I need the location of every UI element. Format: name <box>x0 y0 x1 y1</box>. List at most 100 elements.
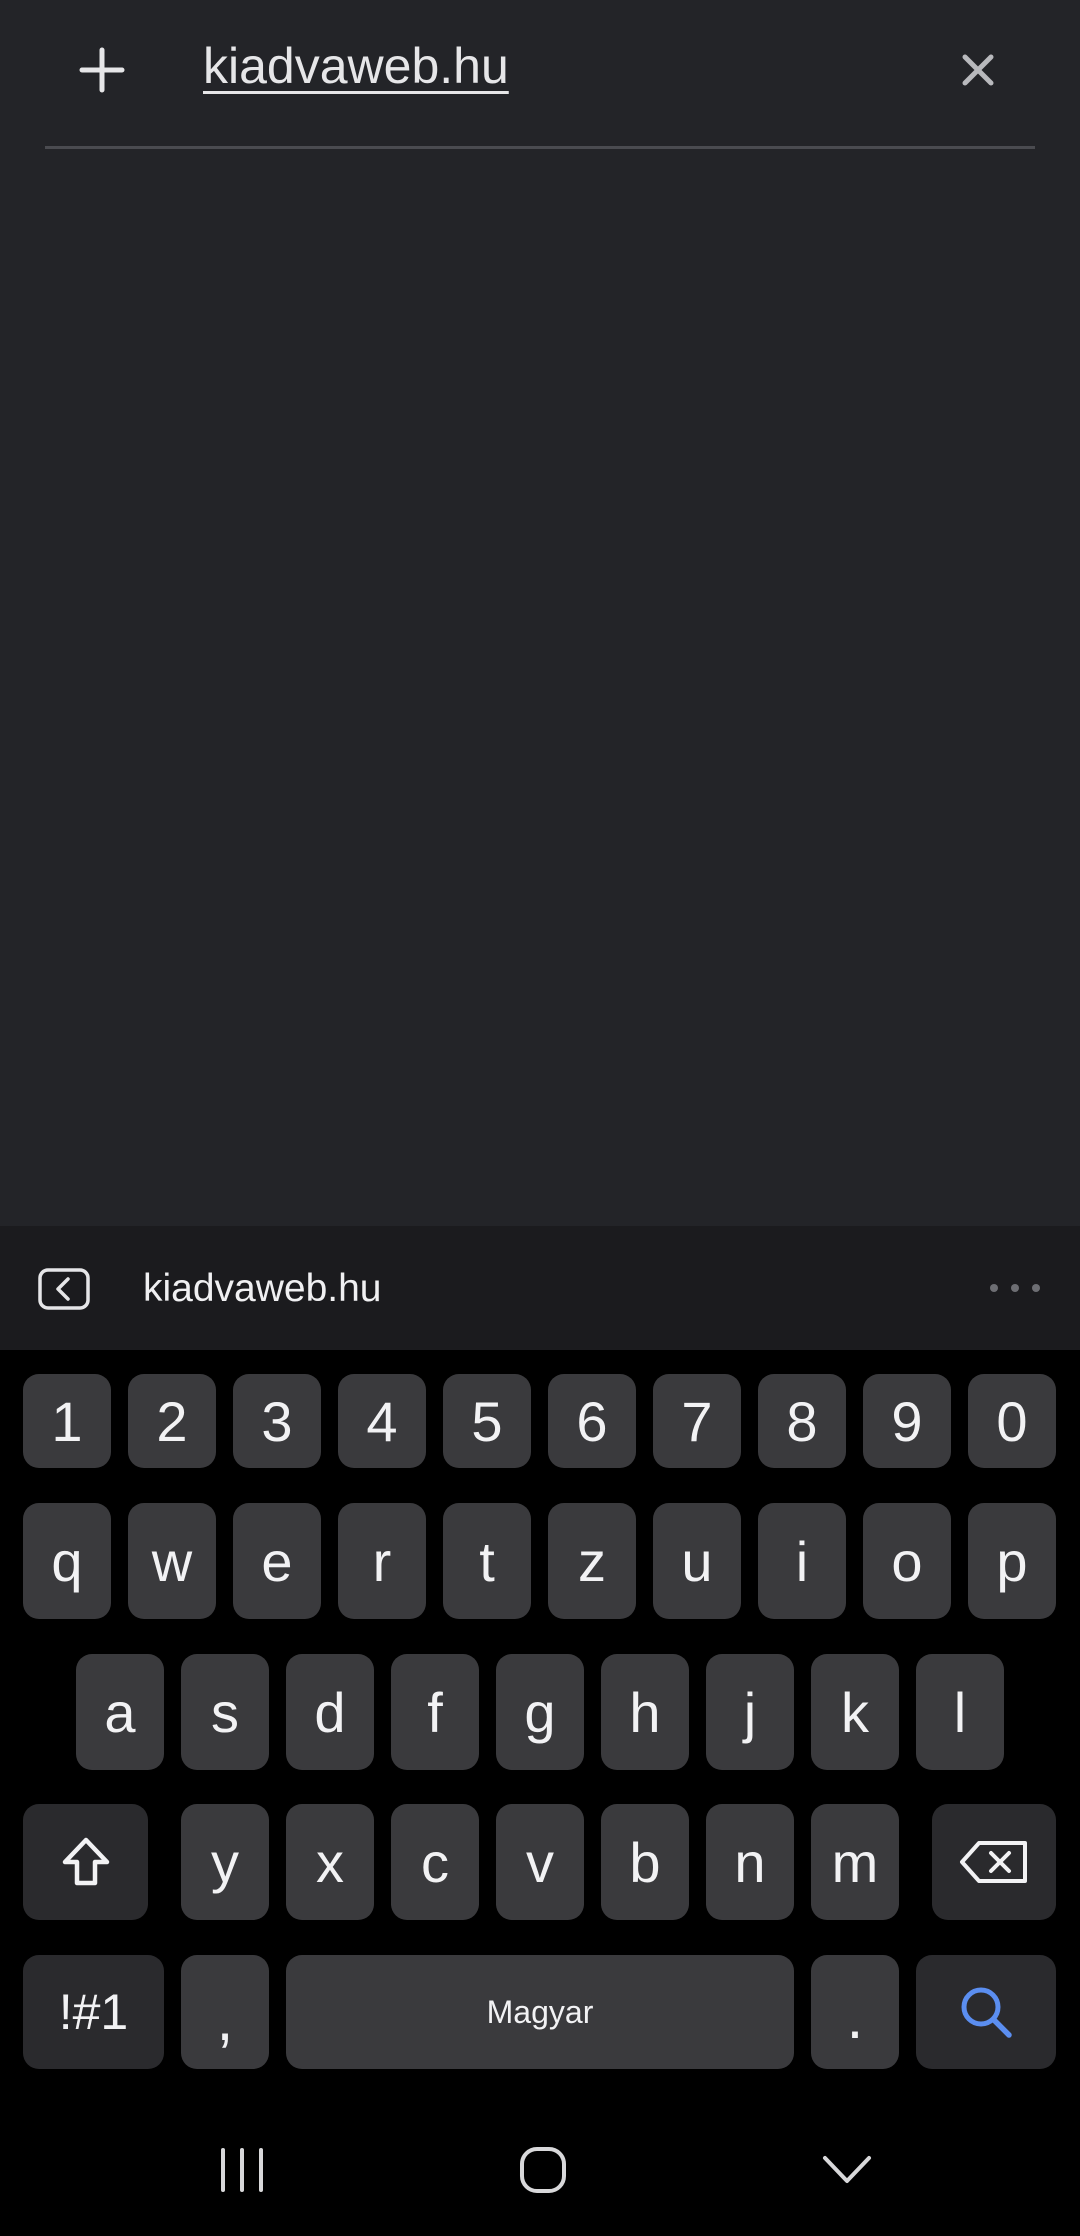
suggestion-item[interactable]: kiadvaweb.hu <box>143 1264 382 1314</box>
key-j[interactable]: j <box>706 1654 794 1770</box>
key-h[interactable]: h <box>601 1654 689 1770</box>
key-b[interactable]: b <box>601 1804 689 1920</box>
key-label: m <box>831 1830 879 1894</box>
key-6[interactable]: 6 <box>548 1374 636 1468</box>
key-label: r <box>372 1529 392 1593</box>
key-label: e <box>261 1529 293 1593</box>
more-horizontal-icon <box>990 1284 998 1292</box>
key-label: 6 <box>576 1389 608 1453</box>
key-label: 5 <box>471 1389 503 1453</box>
period-key[interactable]: . <box>811 1955 899 2069</box>
system-nav-bar <box>0 2100 1080 2236</box>
key-t[interactable]: t <box>443 1503 531 1619</box>
key-label: u <box>681 1529 713 1593</box>
key-1[interactable]: 1 <box>23 1374 111 1468</box>
key-label: i <box>795 1529 809 1593</box>
key-q[interactable]: q <box>23 1503 111 1619</box>
key-label: t <box>479 1529 495 1593</box>
key-8[interactable]: 8 <box>758 1374 846 1468</box>
key-label: a <box>104 1680 136 1744</box>
space-key[interactable]: Magyar <box>286 1955 794 2069</box>
more-dot <box>1032 1284 1040 1292</box>
hide-keyboard-button[interactable] <box>797 2130 897 2210</box>
key-label: k <box>841 1680 869 1744</box>
key-a[interactable]: a <box>76 1654 164 1770</box>
symbols-key[interactable]: !#1 <box>23 1955 164 2069</box>
key-5[interactable]: 5 <box>443 1374 531 1468</box>
key-f[interactable]: f <box>391 1654 479 1770</box>
key-label: l <box>953 1680 967 1744</box>
key-label: . <box>846 1983 864 2051</box>
backspace-key[interactable] <box>932 1804 1056 1920</box>
keyboard: 1 2 3 4 5 6 7 8 9 0 q w e r t z u i o p … <box>0 1350 1080 2100</box>
key-u[interactable]: u <box>653 1503 741 1619</box>
key-label: c <box>421 1830 449 1894</box>
plus-icon <box>79 47 125 93</box>
key-9[interactable]: 9 <box>863 1374 951 1468</box>
key-z[interactable]: z <box>548 1503 636 1619</box>
key-v[interactable]: v <box>496 1804 584 1920</box>
key-n[interactable]: n <box>706 1804 794 1920</box>
clear-url-button[interactable] <box>938 30 1018 110</box>
key-label: h <box>629 1680 661 1744</box>
key-label: o <box>891 1529 923 1593</box>
recents-icon <box>221 2148 263 2192</box>
search-icon <box>961 1987 1012 2038</box>
key-i[interactable]: i <box>758 1503 846 1619</box>
keyboard-suggestion-strip: kiadvaweb.hu <box>0 1226 1080 1350</box>
more-dot <box>1011 1284 1019 1292</box>
comma-key[interactable]: , <box>181 1955 269 2069</box>
keyboard-toolbar-button[interactable] <box>38 1268 90 1310</box>
home-icon <box>520 2147 566 2193</box>
key-k[interactable]: k <box>811 1654 899 1770</box>
url-input[interactable]: kiadvaweb.hu <box>203 36 509 96</box>
key-label: p <box>996 1529 1028 1593</box>
key-e[interactable]: e <box>233 1503 321 1619</box>
key-7[interactable]: 7 <box>653 1374 741 1468</box>
key-label: f <box>427 1680 443 1744</box>
key-label: , <box>216 1985 234 2053</box>
key-g[interactable]: g <box>496 1654 584 1770</box>
key-label: 2 <box>156 1389 188 1453</box>
key-label: s <box>211 1680 239 1744</box>
key-label: 9 <box>891 1389 923 1453</box>
key-label: w <box>151 1529 193 1593</box>
recents-button[interactable] <box>192 2130 292 2210</box>
key-label: j <box>743 1680 757 1744</box>
key-c[interactable]: c <box>391 1804 479 1920</box>
key-label: !#1 <box>58 1984 129 2040</box>
key-label: n <box>734 1830 766 1894</box>
address-divider <box>45 146 1035 149</box>
key-y[interactable]: y <box>181 1804 269 1920</box>
address-bar: kiadvaweb.hu <box>0 0 1080 150</box>
space-label: Magyar <box>486 1993 594 2030</box>
home-button[interactable] <box>493 2130 593 2210</box>
shift-key[interactable] <box>23 1804 148 1920</box>
backspace-icon <box>960 1841 1027 1883</box>
key-s[interactable]: s <box>181 1654 269 1770</box>
key-l[interactable]: l <box>916 1654 1004 1770</box>
key-label: 8 <box>786 1389 818 1453</box>
key-2[interactable]: 2 <box>128 1374 216 1468</box>
key-w[interactable]: w <box>128 1503 216 1619</box>
new-tab-button[interactable] <box>62 30 142 110</box>
key-label: b <box>629 1830 661 1894</box>
key-label: 0 <box>996 1389 1028 1453</box>
more-options-button[interactable] <box>990 1268 1040 1308</box>
key-label: 4 <box>366 1389 398 1453</box>
key-x[interactable]: x <box>286 1804 374 1920</box>
key-p[interactable]: p <box>968 1503 1056 1619</box>
chevron-down-icon <box>823 2156 871 2183</box>
search-key[interactable] <box>916 1955 1056 2069</box>
key-3[interactable]: 3 <box>233 1374 321 1468</box>
keyboard-back-icon <box>38 1268 90 1310</box>
key-label: z <box>578 1529 606 1593</box>
key-label: g <box>524 1680 556 1744</box>
key-m[interactable]: m <box>811 1804 899 1920</box>
key-label: 7 <box>681 1389 713 1453</box>
key-d[interactable]: d <box>286 1654 374 1770</box>
key-0[interactable]: 0 <box>968 1374 1056 1468</box>
key-r[interactable]: r <box>338 1503 426 1619</box>
key-o[interactable]: o <box>863 1503 951 1619</box>
key-4[interactable]: 4 <box>338 1374 426 1468</box>
